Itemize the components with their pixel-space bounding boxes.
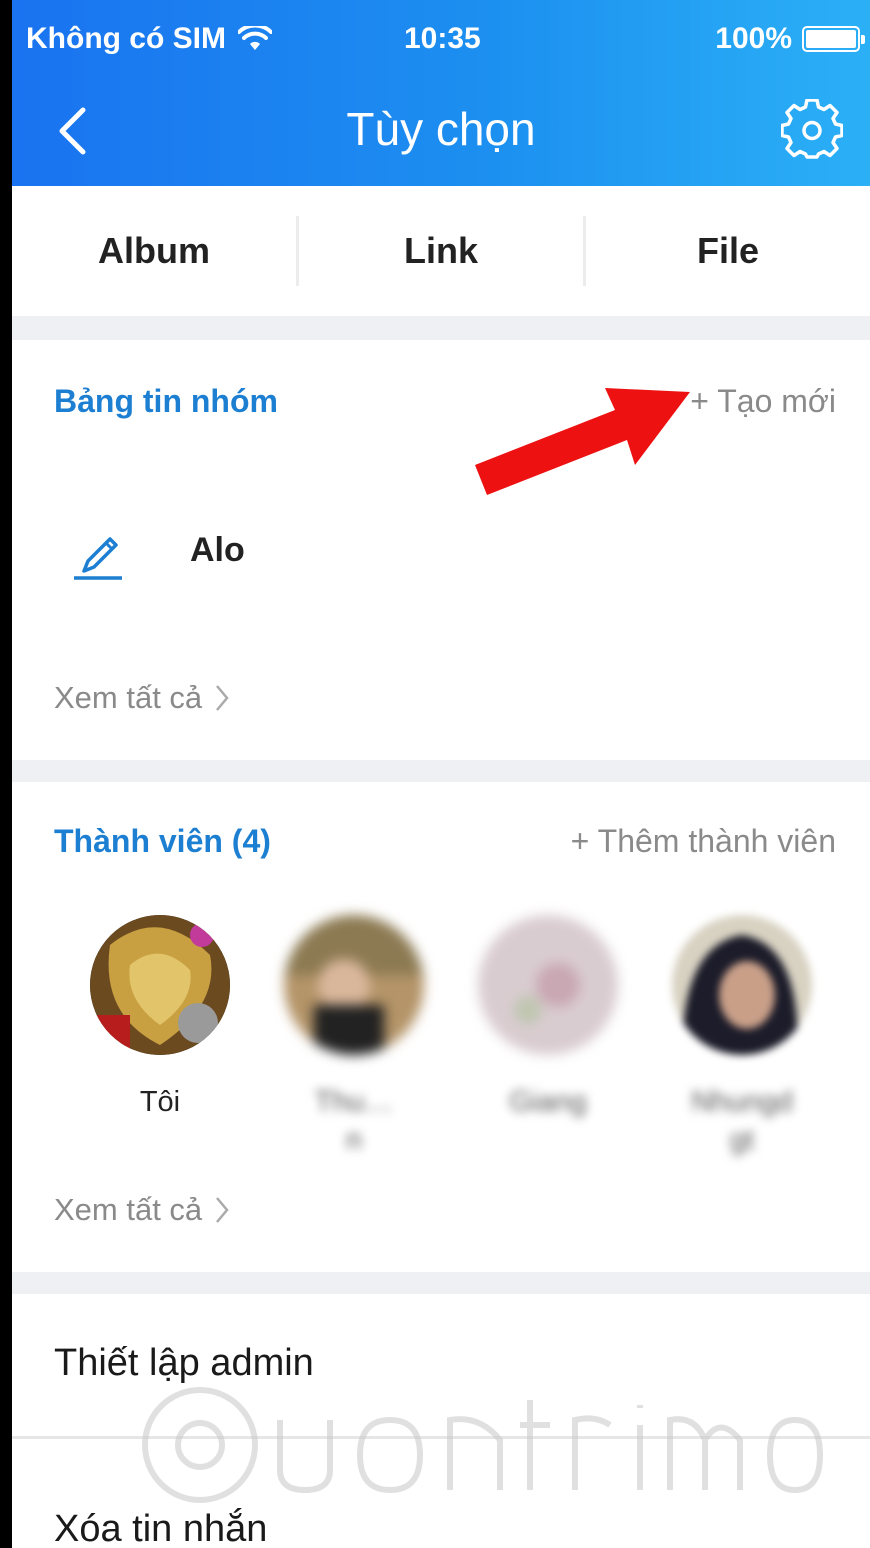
- tab-album[interactable]: Album: [12, 186, 296, 316]
- divider: [12, 1436, 870, 1439]
- settings-button[interactable]: [776, 94, 848, 166]
- avatar: [672, 915, 812, 1055]
- app-screen: Không có SIM 10:35 100% Tùy chọn Album L…: [0, 0, 870, 1548]
- tab-link[interactable]: Link: [299, 186, 583, 316]
- header: Không có SIM 10:35 100% Tùy chọn: [12, 0, 870, 186]
- member-item[interactable]: Nhungd gt: [662, 915, 822, 1159]
- section-gap: [12, 760, 870, 782]
- avatar: [284, 915, 424, 1055]
- navbar: Tùy chọn: [12, 80, 870, 186]
- add-member-button[interactable]: + Thêm thành viên: [571, 823, 836, 860]
- admin-settings-row[interactable]: Thiết lập admin: [12, 1294, 870, 1434]
- see-all-members-link[interactable]: Xem tất cả: [54, 1192, 230, 1228]
- chevron-right-icon: [216, 1197, 229, 1223]
- carrier-group: Không có SIM: [26, 22, 272, 56]
- member-name: Tôi: [139, 1086, 181, 1118]
- gear-icon: [781, 99, 843, 159]
- member-item[interactable]: Thu… n: [274, 915, 434, 1159]
- group-board-title: Bảng tin nhóm: [54, 383, 278, 419]
- annotation-arrow-icon: [475, 388, 690, 495]
- battery-group: 100%: [715, 22, 865, 56]
- members-title: Thành viên (4): [54, 823, 271, 859]
- status-bar: Không có SIM 10:35 100%: [12, 0, 870, 80]
- tab-file[interactable]: File: [586, 186, 870, 316]
- member-item[interactable]: Tôi: [80, 915, 240, 1121]
- section-gap: [12, 1272, 870, 1294]
- wifi-icon: [237, 26, 272, 50]
- media-tabs: Album Link File: [12, 186, 870, 316]
- section-gap: [12, 316, 870, 340]
- avatar: [90, 915, 230, 1055]
- member-name: Nhungd gt: [691, 1086, 793, 1156]
- screenshot-border: [0, 0, 12, 1548]
- battery-icon: [802, 26, 865, 52]
- carrier-text: Không có SIM: [26, 22, 226, 55]
- note-text: Alo: [190, 531, 245, 569]
- delete-messages-row[interactable]: Xóa tin nhắn: [12, 1460, 870, 1548]
- see-all-label: Xem tất cả: [54, 1192, 203, 1227]
- clock: 10:35: [404, 22, 481, 55]
- see-all-label: Xem tất cả: [54, 680, 203, 715]
- delete-messages-label: Xóa tin nhắn: [54, 1508, 268, 1548]
- member-name: Thu… n: [314, 1086, 394, 1156]
- see-all-notes-link[interactable]: Xem tất cả: [54, 680, 230, 716]
- member-name: Giang: [509, 1086, 587, 1118]
- battery-percent: 100%: [715, 22, 792, 55]
- avatar: [478, 915, 618, 1055]
- chevron-right-icon: [216, 685, 229, 711]
- member-item[interactable]: Giang: [468, 915, 628, 1121]
- page-title: Tùy chọn: [346, 103, 536, 155]
- group-note-item[interactable]: Alo: [12, 495, 870, 605]
- member-list: Tôi Thu… n Giang Nhungd gt: [12, 915, 870, 1156]
- pencil-icon: [74, 537, 122, 580]
- admin-settings-label: Thiết lập admin: [54, 1342, 314, 1384]
